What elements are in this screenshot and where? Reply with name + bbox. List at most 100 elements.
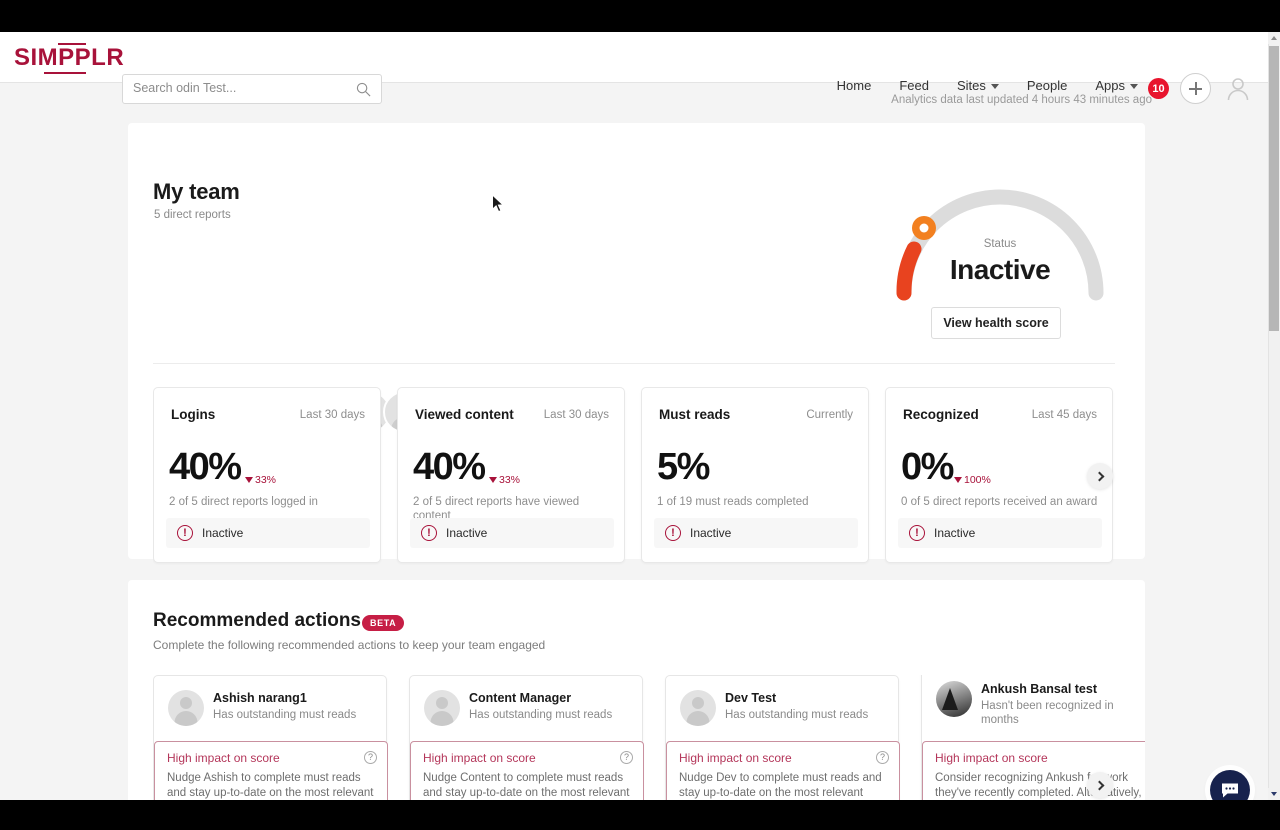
stat-delta: 100% [954, 474, 991, 486]
list-item[interactable]: Dev Test Has outstanding must reads High… [665, 675, 900, 800]
stat-title: Recognized [903, 407, 979, 422]
search-input[interactable] [133, 81, 333, 95]
person-reason: Has outstanding must reads [469, 709, 613, 721]
top-navigation-bar: SIMPPLR Home Feed Sites [0, 32, 1268, 104]
gauge-status-label: Status [983, 238, 1017, 250]
stat-title: Logins [171, 407, 216, 422]
stat-delta: 33% [245, 474, 276, 486]
nav-links: Home Feed Sites People Apps [837, 78, 1138, 93]
search-box[interactable] [122, 74, 382, 104]
stat-value: 40% [169, 446, 242, 488]
scroll-up-arrow-icon[interactable] [1268, 32, 1280, 44]
impact-title: High impact on score [935, 751, 1048, 765]
stat-card-viewed-content[interactable]: Viewed content Last 30 days 40% 33% 2 of… [397, 387, 625, 563]
chat-bubble-icon[interactable] [1210, 770, 1250, 800]
person-name: Ankush Bansal test [981, 682, 1098, 696]
chevron-down-icon [990, 84, 999, 89]
status-badge-label: Inactive [202, 526, 244, 540]
stats-carousel: Logins Last 30 days 40% 33% 2 of 5 direc… [153, 387, 1145, 565]
stats-next-button[interactable] [1087, 463, 1113, 489]
person-name: Dev Test [725, 691, 777, 705]
status-badge: ! Inactive [654, 518, 858, 548]
user-avatar-icon[interactable] [1224, 74, 1252, 102]
gauge-status-value: Inactive [949, 254, 1051, 285]
analytics-last-updated: Analytics data last updated 4 hours 43 m… [891, 94, 1152, 106]
triangle-down-icon [489, 477, 497, 483]
stat-card-recognized[interactable]: Recognized Last 45 days 0% 100% 0 of 5 d… [885, 387, 1113, 563]
avatar [168, 690, 204, 726]
status-badge-label: Inactive [690, 526, 732, 540]
impact-description: Nudge Ashish to complete must reads and … [167, 772, 374, 799]
recommended-actions-carousel: Ashish narang1 Has outstanding must read… [153, 675, 1145, 800]
status-badge: ! Inactive [898, 518, 1102, 548]
recommended-actions-title: Recommended actions [153, 610, 361, 631]
stat-period: Last 45 days [1031, 409, 1097, 421]
avatar [424, 690, 460, 726]
my-team-card: My team 5 direct reports Status Inactive… [128, 123, 1145, 563]
nav-label: Feed [899, 78, 929, 93]
stat-card-logins[interactable]: Logins Last 30 days 40% 33% 2 of 5 direc… [153, 387, 381, 563]
nav-item-feed[interactable]: Feed [899, 78, 929, 93]
recommended-actions-card: Recommended actions BETA Complete the fo… [128, 580, 1145, 800]
info-circle-icon[interactable]: ? [876, 751, 889, 764]
person-reason: Hasn't been recognized in months [981, 700, 1114, 726]
status-badge: ! Inactive [166, 518, 370, 548]
avatar [936, 681, 972, 717]
list-item[interactable]: Ashish narang1 Has outstanding must read… [153, 675, 388, 800]
stat-delta: 33% [489, 474, 520, 486]
impact-title: High impact on score [423, 751, 536, 765]
stat-title: Must reads [659, 407, 731, 422]
search-icon[interactable] [356, 82, 371, 97]
nav-label: Sites [956, 78, 986, 93]
stat-value: 0% [901, 446, 954, 488]
triangle-down-icon [245, 477, 253, 483]
impact-box: High impact on score ? Nudge Ashish to c… [154, 741, 388, 800]
beta-badge: BETA [362, 615, 405, 631]
triangle-down-icon [954, 477, 962, 483]
browser-viewport: SIMPPLR Home Feed Sites [0, 32, 1280, 800]
status-badge-label: Inactive [446, 526, 488, 540]
list-item[interactable]: Content Manager Has outstanding must rea… [409, 675, 644, 800]
divider [153, 363, 1115, 364]
recommended-next-button[interactable] [1087, 772, 1113, 798]
simpplr-logo[interactable]: SIMPPLR [14, 43, 125, 74]
avatar [680, 690, 716, 726]
person-name: Content Manager [469, 691, 572, 705]
stat-title: Viewed content [415, 407, 514, 422]
nav-label: Home [836, 78, 872, 93]
stat-period: Last 30 days [543, 409, 609, 421]
status-badge-label: Inactive [934, 526, 976, 540]
nav-label: People [1026, 78, 1068, 93]
stat-description: 0 of 5 direct reports received an award [901, 496, 1098, 508]
nav-item-sites[interactable]: Sites [957, 78, 999, 93]
stat-value: 5% [657, 446, 710, 488]
stat-card-must-reads[interactable]: Must reads Currently 5% 1 of 19 must rea… [641, 387, 869, 563]
stat-description: 2 of 5 direct reports logged in [169, 496, 318, 508]
impact-title: High impact on score [167, 751, 280, 765]
logo-bar-bottom [44, 72, 86, 74]
mouse-cursor [492, 194, 505, 213]
stat-period: Last 30 days [299, 409, 365, 421]
page-title: My team [153, 179, 240, 204]
info-circle-icon[interactable]: ? [620, 751, 633, 764]
view-health-score-button[interactable]: View health score [931, 307, 1061, 339]
impact-description: Nudge Content to complete must reads and… [423, 772, 630, 799]
chevron-right-icon [1094, 780, 1104, 790]
nav-item-home[interactable]: Home [837, 78, 872, 93]
status-badge: ! Inactive [410, 518, 614, 548]
impact-description: Nudge Dev to complete must reads and sta… [679, 772, 882, 799]
direct-reports-count: 5 direct reports [154, 209, 231, 221]
impact-box: High impact on score ? Nudge Content to … [410, 741, 644, 800]
plus-icon[interactable] [1180, 73, 1211, 104]
info-circle-icon[interactable]: ? [364, 751, 377, 764]
logo-text: SIMPPLR [14, 44, 125, 71]
scroll-down-arrow-icon[interactable] [1268, 788, 1280, 800]
scrollbar-thumb[interactable] [1269, 46, 1279, 331]
logo-bar-top [58, 43, 86, 45]
vertical-scrollbar[interactable] [1268, 32, 1280, 800]
screen: SIMPPLR Home Feed Sites [0, 0, 1280, 830]
impact-title: High impact on score [679, 751, 792, 765]
nav-item-people[interactable]: People [1027, 78, 1067, 93]
alert-circle-icon: ! [909, 525, 925, 541]
nav-item-apps[interactable]: Apps [1095, 78, 1138, 93]
